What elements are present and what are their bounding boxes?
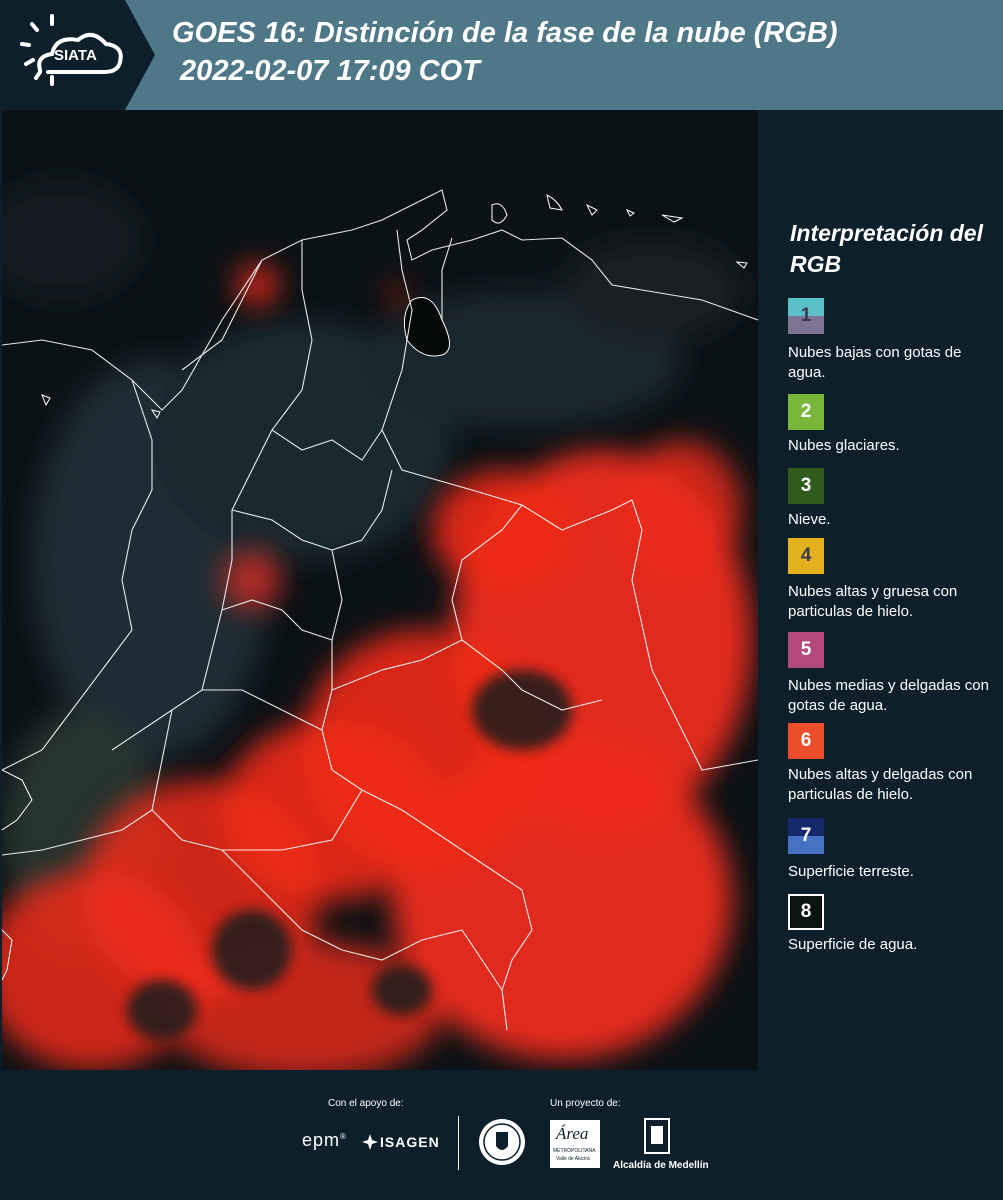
legend-panel: Interpretación del RGB 1 Nubes bajas con …: [758, 110, 1003, 1070]
area-sub-2: Valle de Aburrá: [556, 1156, 590, 1162]
legend-swatch-1: 1: [788, 298, 824, 334]
header-bar: SIATA GOES 16: Distinción de la fase de …: [0, 0, 1003, 110]
legend-swatch-7: 7: [788, 818, 824, 854]
legend-number: 7: [800, 825, 812, 846]
legend-number: 8: [800, 901, 812, 922]
legend-number: 6: [800, 730, 812, 751]
legend-label: Nubes glaciares.: [788, 437, 900, 454]
area-metropolitana-logo: Área METROPOLITANA Valle de Aburrá: [550, 1120, 600, 1168]
epm-logo: epm®: [302, 1130, 347, 1150]
legend-number: 4: [800, 545, 812, 566]
isagen-logo: ISAGEN: [380, 1134, 440, 1150]
support-label: Con el apoyo de:: [328, 1098, 404, 1109]
satellite-image: [2, 110, 758, 1070]
legend-swatch-3: 3: [788, 468, 824, 504]
footer-divider: [458, 1116, 459, 1170]
logo-text: SIATA: [54, 47, 97, 64]
legend-label: Superficie de agua.: [788, 936, 918, 953]
legend-label: Nieve.: [788, 511, 831, 528]
project-label: Un proyecto de:: [550, 1098, 621, 1109]
title-line-2: 2022-02-07 17:09 COT: [172, 55, 480, 87]
legend-swatch-2: 2: [788, 394, 824, 430]
legend-number: 1: [800, 305, 812, 326]
legend-label: Nubes medias y delgadas con gotas de agu…: [788, 677, 989, 714]
legend-number: 3: [800, 475, 812, 496]
legend-title: Interpretación del RGB: [790, 220, 983, 277]
legend-label: Nubes altas y delgadas con particulas de…: [788, 766, 973, 803]
legend-number: 2: [800, 401, 812, 422]
siata-logo: SIATA: [0, 0, 155, 110]
area-sub-1: METROPOLITANA: [553, 1148, 596, 1154]
legend-number: 5: [800, 639, 812, 660]
epm-text: epm: [302, 1130, 341, 1150]
isagen-icon: [362, 1134, 378, 1150]
legend-swatch-5: 5: [788, 632, 824, 668]
area-name: Área: [556, 1124, 589, 1143]
legend-swatch-6: 6: [788, 723, 824, 759]
legend-swatch-4: 4: [788, 538, 824, 574]
footer: Con el apoyo de: Un proyecto de: epm® IS…: [0, 1070, 1003, 1200]
alcaldia-emblem-icon: [644, 1118, 670, 1154]
title-line-1: GOES 16: Distinción de la fase de la nub…: [172, 17, 838, 49]
legend-label: Nubes altas y gruesa con particulas de h…: [788, 583, 958, 620]
seal-logo: [478, 1118, 526, 1166]
legend-swatch-8: 8: [788, 894, 824, 930]
legend-label: Nubes bajas con gotas de agua.: [788, 344, 962, 381]
alcaldia-logo: Alcaldía de Medellín: [613, 1160, 709, 1171]
legend-label: Superficie terreste.: [788, 863, 914, 880]
page-title: GOES 16: Distinción de la fase de la nub…: [172, 14, 838, 90]
